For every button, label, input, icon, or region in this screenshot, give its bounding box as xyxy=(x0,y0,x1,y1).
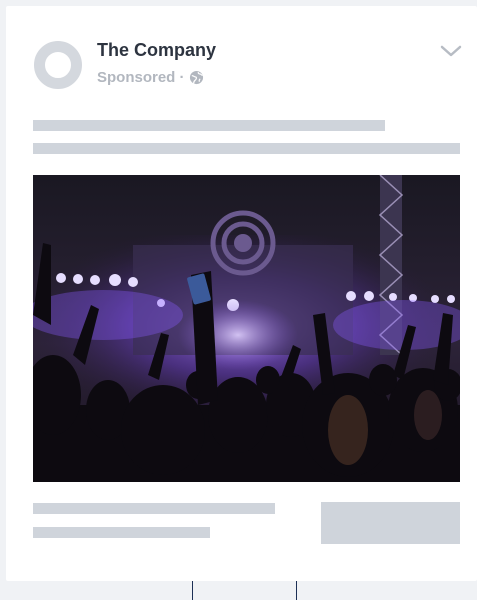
sponsored-post-card: The Company Sponsored · xyxy=(6,6,477,581)
text-placeholder-line xyxy=(33,143,460,154)
divider-line xyxy=(296,581,297,600)
cta-text-placeholder xyxy=(33,527,210,538)
globe-icon xyxy=(189,70,204,85)
text-placeholder-line xyxy=(33,120,385,131)
sponsored-label: Sponsored · xyxy=(97,69,185,86)
concert-crowd-photo[interactable] xyxy=(33,175,460,482)
cta-button-placeholder[interactable] xyxy=(321,502,460,544)
divider-line xyxy=(192,581,193,600)
sponsored-line: Sponsored · xyxy=(97,69,204,86)
chevron-down-icon[interactable] xyxy=(439,43,463,59)
page-name[interactable]: The Company xyxy=(97,40,216,61)
page-avatar[interactable] xyxy=(34,41,82,89)
cta-text-placeholder xyxy=(33,503,275,514)
